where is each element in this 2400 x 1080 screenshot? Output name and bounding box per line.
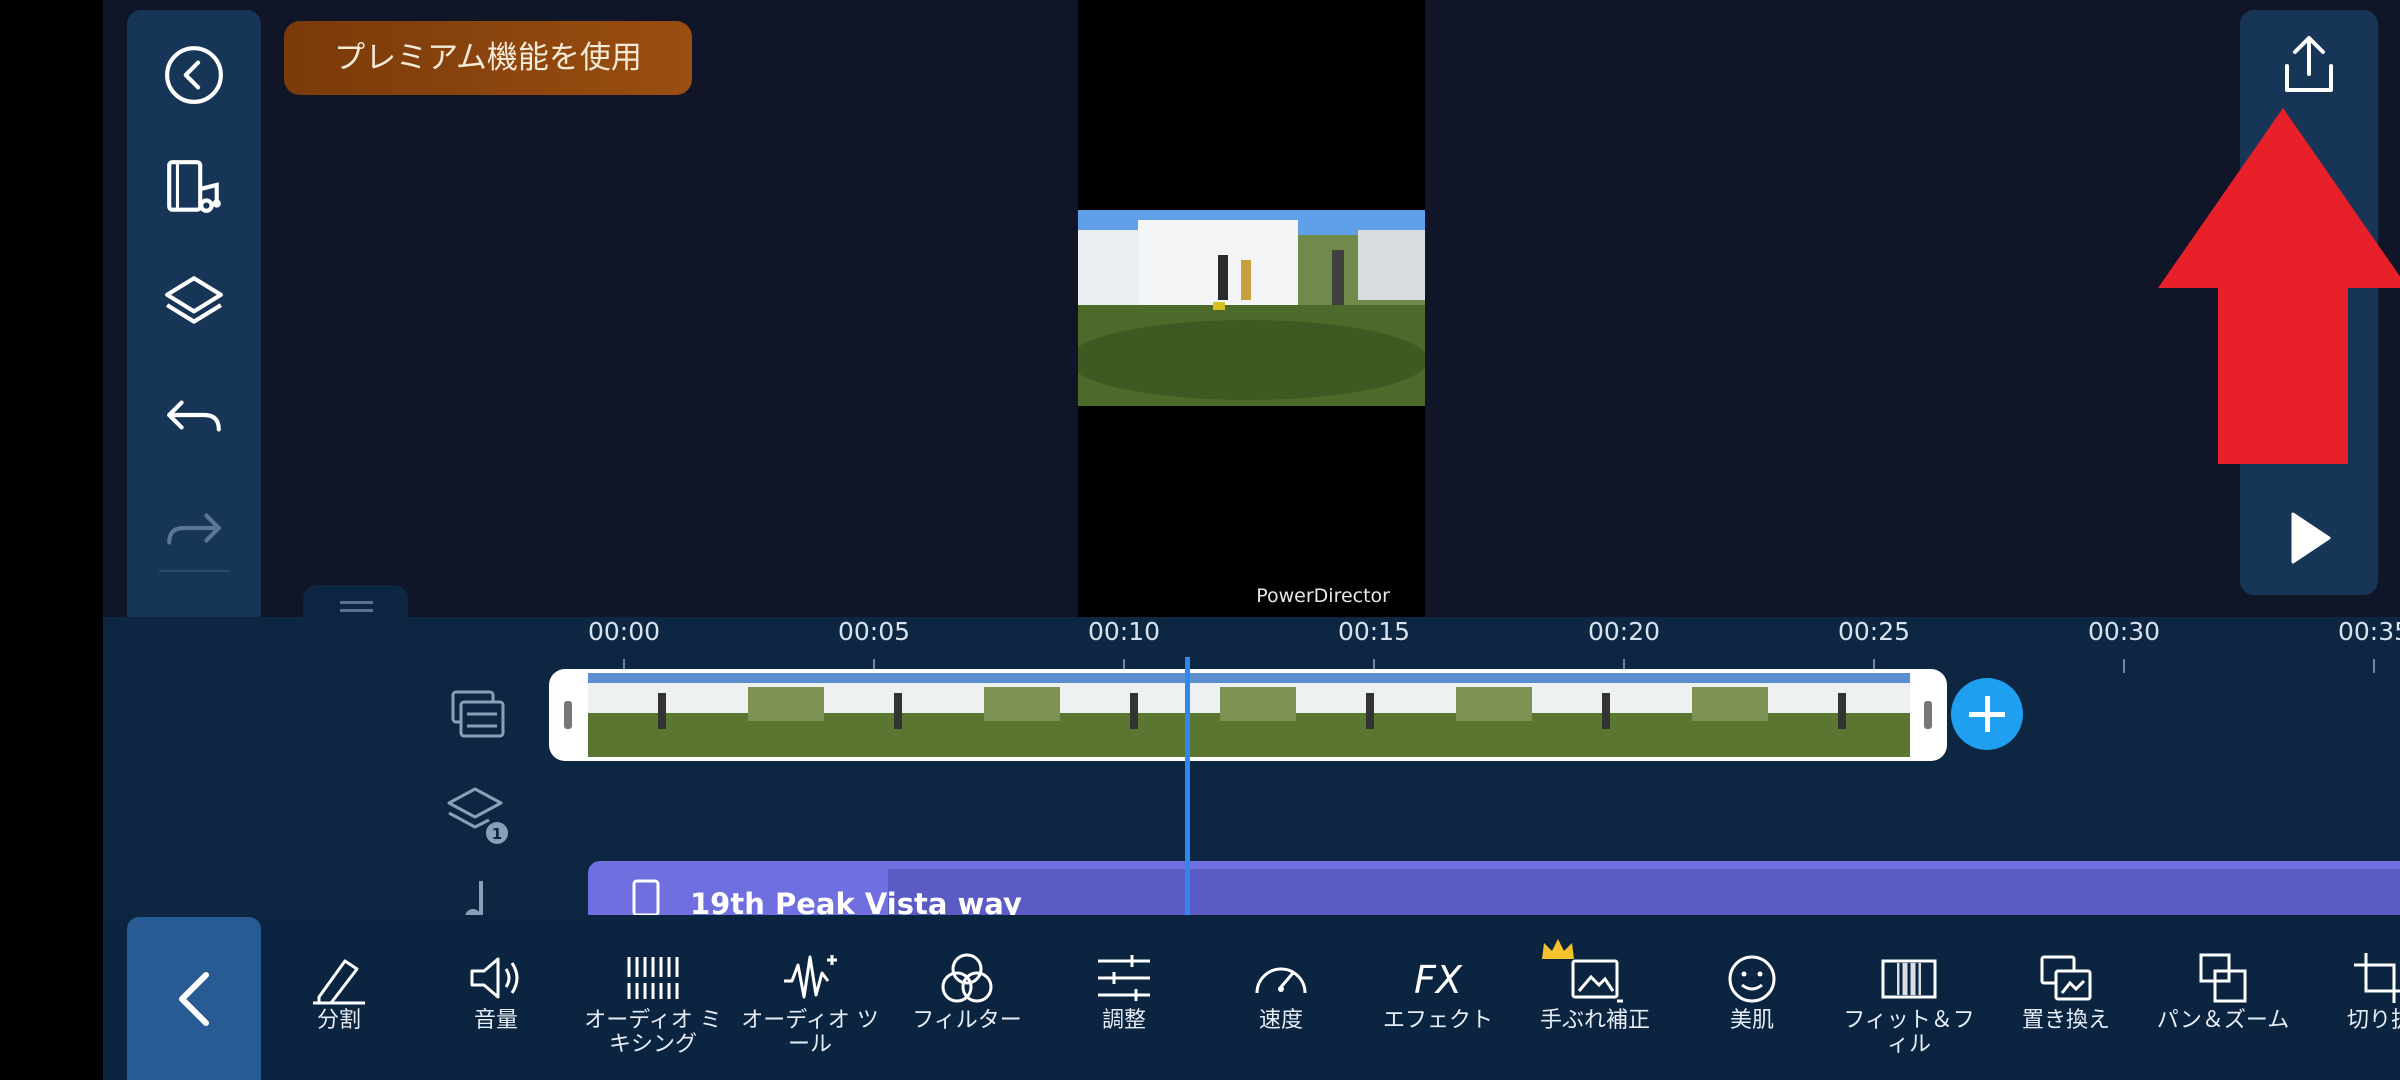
fit-fill-icon bbox=[1881, 959, 1937, 999]
undo-button[interactable] bbox=[127, 370, 261, 460]
chevron-left-icon bbox=[179, 971, 209, 1026]
ruler-label: 00:35 bbox=[2338, 617, 2400, 646]
play-icon bbox=[2291, 512, 2331, 564]
audio-file-icon bbox=[632, 879, 660, 917]
tool-volume[interactable]: 音量 bbox=[421, 951, 571, 1033]
svg-text:FX: FX bbox=[1414, 958, 1463, 1002]
add-clip-button[interactable] bbox=[1951, 678, 2023, 750]
tool-effect[interactable]: FX エフェクト bbox=[1363, 951, 1513, 1033]
ruler-label: 00:15 bbox=[1338, 617, 1411, 646]
clip-trim-right-handle[interactable] bbox=[1924, 701, 1932, 729]
tool-label: フィット＆フィル bbox=[1843, 1008, 1975, 1057]
layers-button[interactable] bbox=[127, 256, 261, 346]
video-clip[interactable] bbox=[549, 669, 1947, 761]
tool-label: 置き換え bbox=[2021, 1008, 2110, 1033]
ruler-label: 00:30 bbox=[2088, 617, 2161, 646]
fx-icon: FX bbox=[1414, 958, 1463, 1002]
tool-label: パン＆ズーム bbox=[2156, 1008, 2290, 1033]
tool-fit-fill[interactable]: フィット＆フィル bbox=[1834, 951, 1984, 1057]
tool-replace[interactable]: 置き換え bbox=[1991, 951, 2141, 1033]
back-circle-icon bbox=[165, 46, 223, 104]
tool-filter[interactable]: フィルター bbox=[892, 951, 1042, 1033]
play-button[interactable] bbox=[2240, 493, 2378, 583]
timeline-drag-handle[interactable] bbox=[303, 585, 408, 619]
tool-pan-zoom[interactable]: パン＆ズーム bbox=[2148, 951, 2298, 1033]
sidebar-divider bbox=[159, 570, 229, 572]
audio-clip[interactable]: 19th Peak Vista way bbox=[588, 861, 2400, 921]
adjust-icon bbox=[1098, 955, 1150, 1001]
export-button[interactable] bbox=[2240, 20, 2378, 110]
back-circle-button[interactable] bbox=[127, 30, 261, 120]
ruler-label: 00:05 bbox=[838, 617, 911, 646]
premium-crown-icon bbox=[1542, 939, 1574, 959]
tool-crop[interactable]: 切り抜 bbox=[2305, 951, 2400, 1033]
bottom-toolbar: 分割 音量 オーディオ ミキシング オーディオ ツール フィルター 調整 速度 … bbox=[103, 915, 2400, 1080]
crop-icon bbox=[2354, 953, 2400, 1003]
replace-icon bbox=[2040, 955, 2092, 1001]
volume-icon bbox=[470, 957, 519, 999]
video-editor: プレミアム機能を使用 PowerDirector 00:00 00:05 00:… bbox=[103, 0, 2400, 1080]
preview-scene-image bbox=[1078, 210, 1425, 406]
thumbnail-strip-image bbox=[588, 673, 1910, 757]
tool-label: 手ぶれ補正 bbox=[1539, 1008, 1650, 1033]
tool-audio-tool[interactable]: オーディオ ツール bbox=[735, 951, 885, 1057]
export-icon bbox=[2285, 36, 2333, 92]
tool-audio-mixing[interactable]: オーディオ ミキシング bbox=[578, 951, 728, 1057]
tool-label: 美肌 bbox=[1729, 1008, 1774, 1033]
clip-trim-left-handle[interactable] bbox=[564, 701, 572, 729]
speed-icon bbox=[1255, 967, 1307, 994]
toolbar-back-button[interactable] bbox=[127, 917, 261, 1080]
pan-zoom-icon bbox=[2199, 953, 2247, 1003]
timeline[interactable]: 00:00 00:05 00:10 00:15 00:20 00:25 00:3… bbox=[103, 585, 2400, 925]
tool-label: 速度 bbox=[1258, 1008, 1303, 1033]
tool-label: 音量 bbox=[473, 1008, 518, 1033]
playhead[interactable] bbox=[1185, 657, 1190, 915]
watermark: PowerDirector bbox=[1256, 585, 1390, 607]
overlay-track-icon: 1 bbox=[447, 787, 508, 844]
split-icon bbox=[313, 959, 365, 1005]
redo-button[interactable] bbox=[127, 483, 261, 573]
tool-label: オーディオ ミキシング bbox=[584, 1008, 722, 1057]
beauty-icon bbox=[1728, 955, 1776, 1003]
tool-adjust[interactable]: 調整 bbox=[1049, 951, 1199, 1033]
tool-label: 分割 bbox=[316, 1008, 361, 1033]
tool-speed[interactable]: 速度 bbox=[1206, 951, 1356, 1033]
ruler-label: 00:00 bbox=[588, 617, 661, 646]
tool-label: オーディオ ツール bbox=[741, 1008, 879, 1057]
undo-icon bbox=[167, 400, 221, 432]
layers-icon bbox=[165, 276, 223, 324]
video-preview[interactable]: PowerDirector bbox=[1078, 0, 1425, 617]
media-music-icon bbox=[167, 160, 221, 213]
tool-label: エフェクト bbox=[1382, 1008, 1493, 1033]
ruler-label: 00:25 bbox=[1838, 617, 1911, 646]
tool-label: 切り抜 bbox=[2346, 1008, 2400, 1033]
audio-tool-icon bbox=[784, 955, 837, 999]
media-music-button[interactable] bbox=[127, 142, 261, 232]
filter-icon bbox=[941, 953, 993, 1003]
ruler-label: 00:10 bbox=[1088, 617, 1161, 646]
tool-label: 調整 bbox=[1101, 1008, 1146, 1033]
ruler-mark bbox=[2373, 659, 2375, 673]
tool-beauty[interactable]: 美肌 bbox=[1677, 951, 1827, 1033]
tool-split[interactable]: 分割 bbox=[264, 951, 414, 1033]
overlay-count-badge: 1 bbox=[492, 825, 502, 843]
preview-frame bbox=[1078, 210, 1425, 406]
red-arrow-annotation bbox=[2158, 108, 2400, 464]
ruler-mark bbox=[2123, 659, 2125, 673]
redo-icon bbox=[167, 513, 221, 545]
tool-stabilizer[interactable]: 手ぶれ補正 bbox=[1520, 939, 1670, 1033]
premium-features-button[interactable]: プレミアム機能を使用 bbox=[284, 21, 692, 95]
audio-mixing-icon bbox=[623, 957, 683, 999]
tool-label: フィルター bbox=[912, 1008, 1022, 1033]
clip-thumbnails bbox=[588, 673, 1910, 757]
video-track-icon bbox=[451, 690, 505, 738]
ruler-label: 00:20 bbox=[1588, 617, 1661, 646]
